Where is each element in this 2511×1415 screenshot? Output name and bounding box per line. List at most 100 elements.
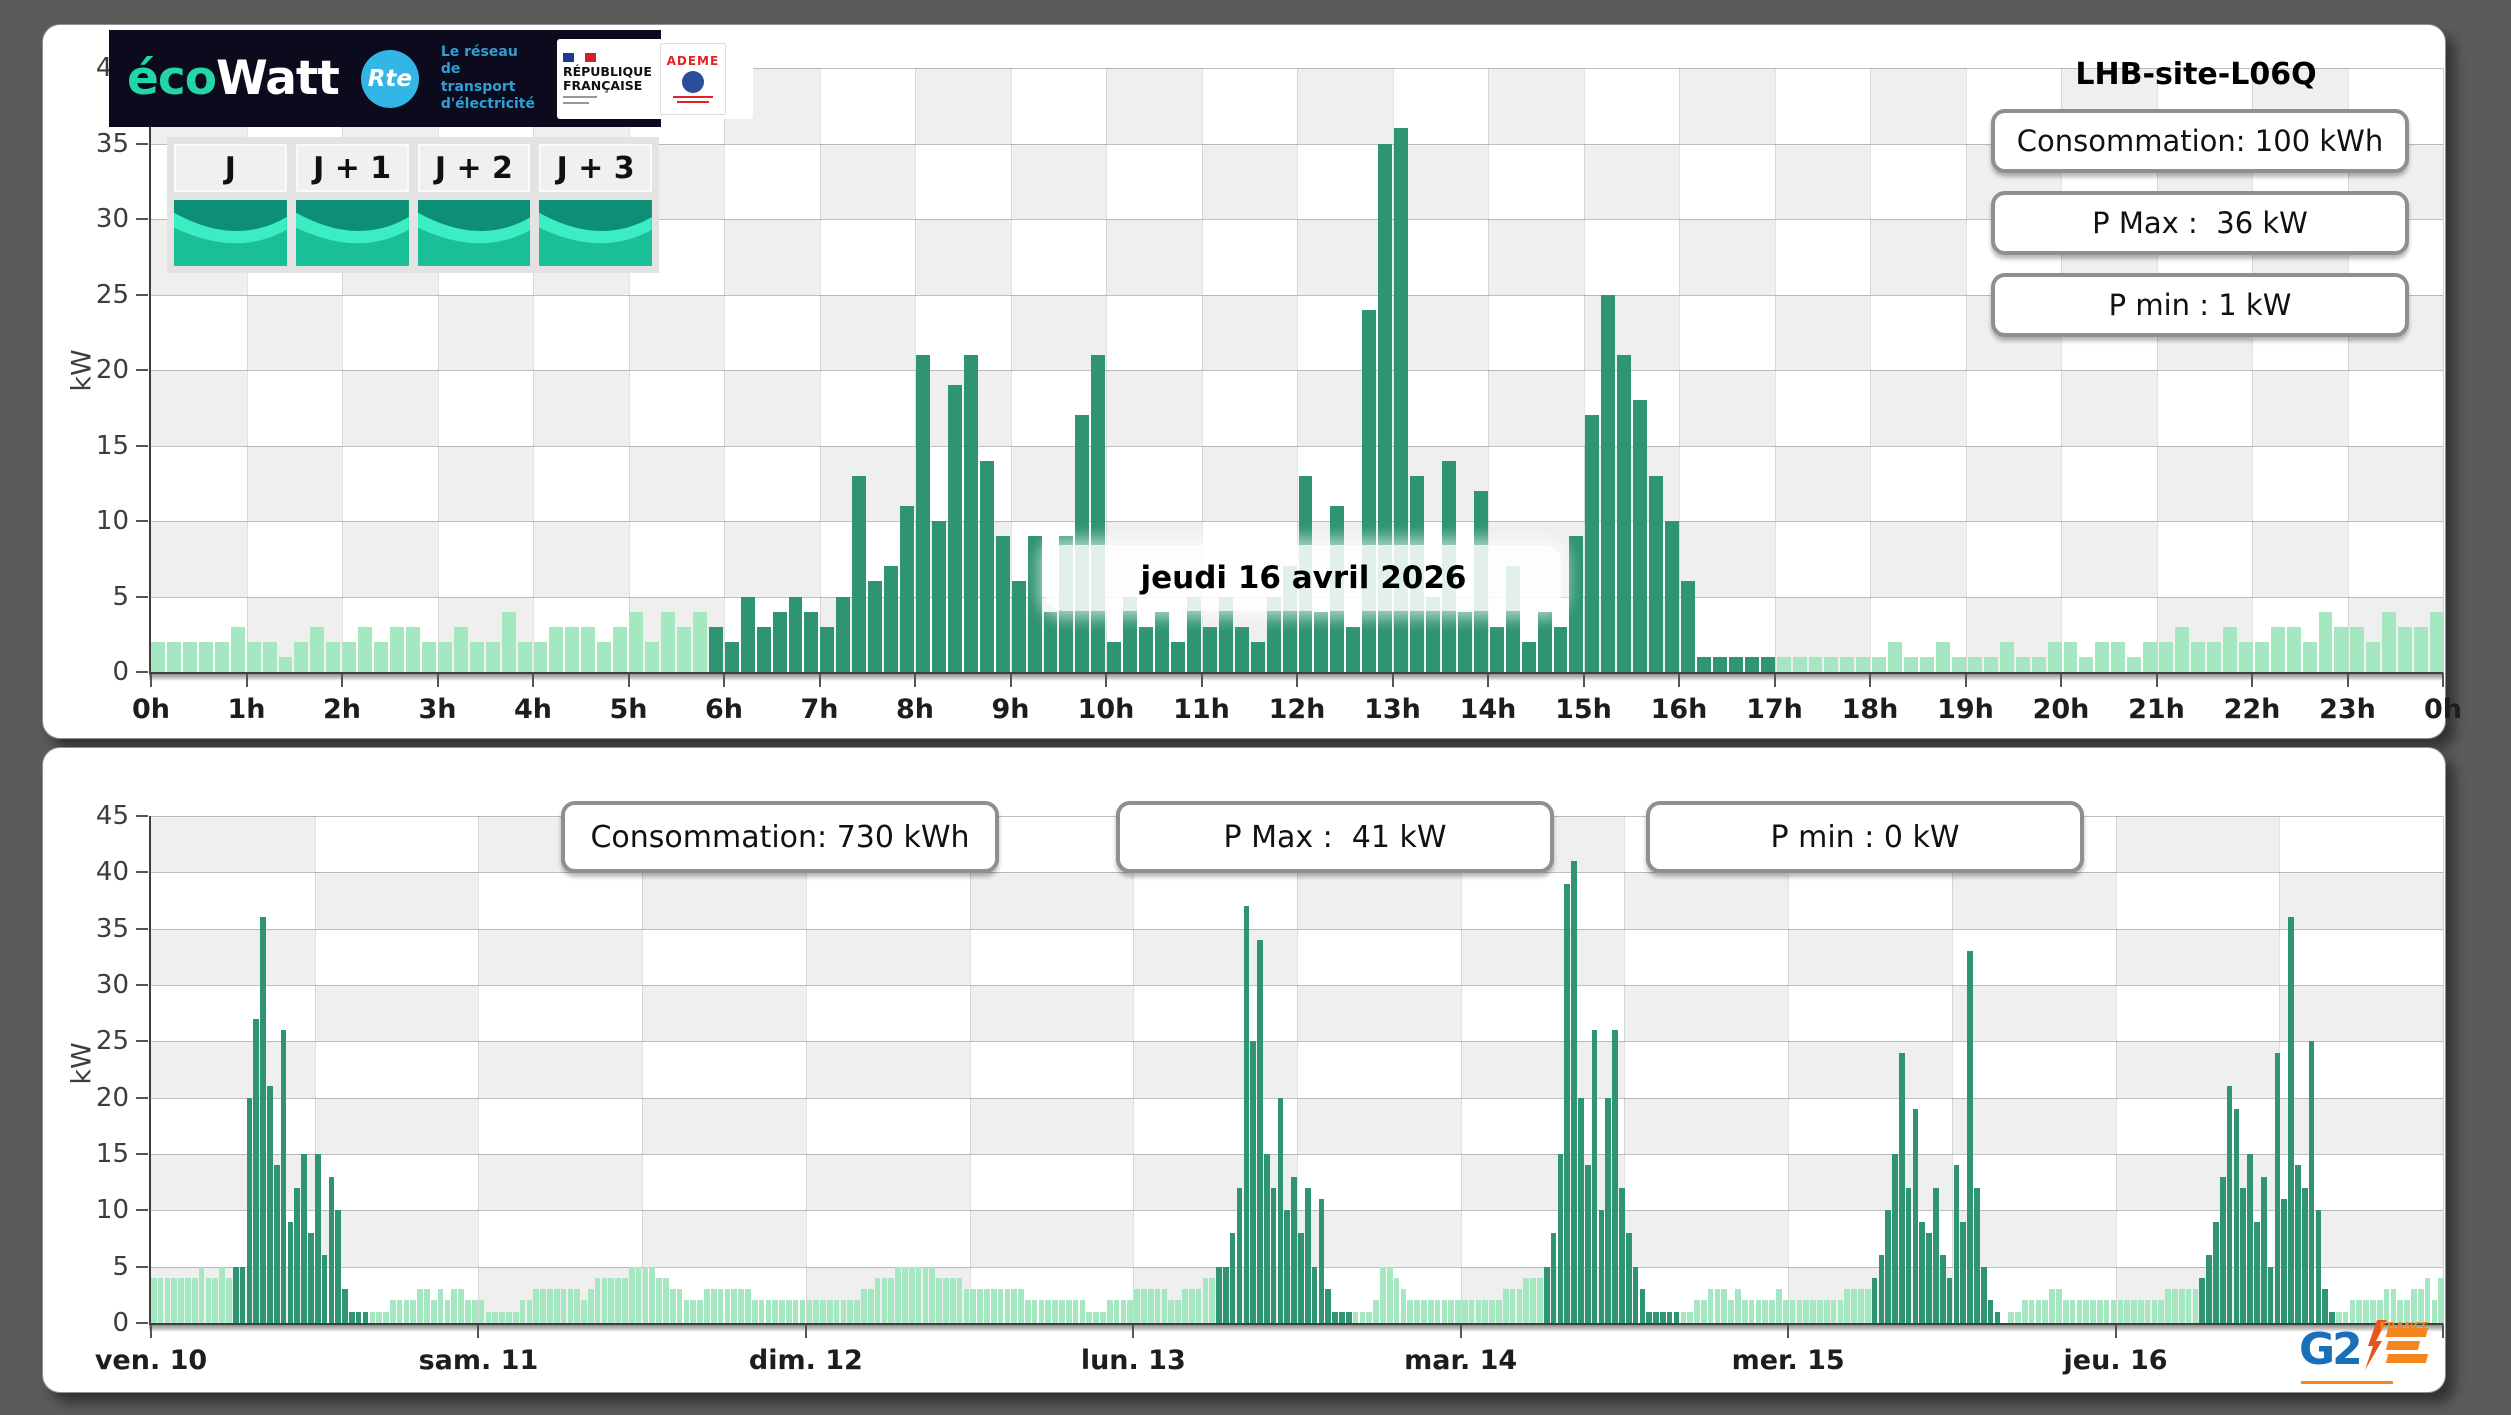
bar xyxy=(1304,1187,1311,1323)
bar xyxy=(232,1266,239,1323)
bar xyxy=(1393,1277,1400,1323)
bar xyxy=(2144,1300,2151,1323)
bar xyxy=(1188,1289,1195,1323)
bar xyxy=(549,626,564,672)
x-tick-label: 11h xyxy=(1173,694,1230,725)
g2e-tagline-line xyxy=(2301,1381,2393,1384)
bar xyxy=(469,641,484,672)
bar xyxy=(1888,641,1903,672)
bar xyxy=(1673,1311,1680,1323)
bar xyxy=(1707,1289,1714,1323)
bar xyxy=(417,1289,423,1323)
bar xyxy=(2159,641,2174,672)
day-tab-0[interactable]: J xyxy=(174,144,287,192)
bar xyxy=(708,626,723,672)
bar xyxy=(799,1300,806,1323)
day-tab-thumbnail-0[interactable] xyxy=(174,200,287,266)
ademe-logo: ADEME xyxy=(659,42,726,115)
day-tab-2[interactable]: J + 2 xyxy=(417,144,531,192)
bar xyxy=(2274,1052,2281,1323)
bar xyxy=(597,641,612,672)
bar xyxy=(1885,1210,1891,1323)
bar xyxy=(2015,656,2030,672)
day-tab-thumbnail-3[interactable] xyxy=(539,200,652,266)
bar xyxy=(1974,1187,1980,1323)
x-tick-label: 16h xyxy=(1650,694,1708,725)
y-tick-label: 5 xyxy=(112,1251,129,1282)
bar xyxy=(164,1277,171,1323)
ecowatt-energy-dashboard: { "site_title": "LHB-site-L06Q", "logo_s… xyxy=(0,0,2511,1415)
bar xyxy=(663,1277,669,1323)
bar xyxy=(533,641,548,672)
x-tick-label: 3h xyxy=(418,694,457,725)
bar xyxy=(2233,1108,2240,1323)
x-tick-label: mer. 15 xyxy=(1731,1345,1845,1376)
bar xyxy=(751,1300,758,1323)
bar xyxy=(1557,1154,1564,1323)
bar xyxy=(629,611,644,672)
x-tick-label: 23h xyxy=(2319,694,2376,725)
bar xyxy=(1311,1266,1318,1323)
day-tab-thumbnail-1[interactable] xyxy=(295,200,409,266)
x-tick-mark xyxy=(2155,674,2158,687)
bar xyxy=(1011,1289,1017,1323)
bar xyxy=(756,626,771,672)
bar xyxy=(916,354,930,672)
bar xyxy=(1345,1311,1352,1323)
bar xyxy=(2219,1176,2226,1323)
bar xyxy=(342,641,357,672)
bar xyxy=(226,1277,232,1323)
y-tick-label: 35 xyxy=(95,128,129,159)
bar xyxy=(2431,1300,2438,1323)
bar xyxy=(2127,656,2142,672)
day-tab-thumbnail-2[interactable] xyxy=(417,200,531,266)
bar xyxy=(1079,1300,1086,1323)
bar xyxy=(519,1300,526,1323)
bar xyxy=(301,1154,307,1323)
bar-series xyxy=(151,816,2445,1323)
bar xyxy=(560,1289,567,1323)
y-tick-mark xyxy=(136,1040,148,1043)
bar xyxy=(613,626,628,672)
bar xyxy=(710,1289,717,1323)
bar xyxy=(1721,1289,1728,1323)
x-tick-mark xyxy=(1964,674,1967,687)
bar xyxy=(813,1300,819,1323)
bar xyxy=(501,611,516,672)
bar xyxy=(1605,1097,1612,1323)
day-tab-3[interactable]: J + 3 xyxy=(539,144,652,192)
bar xyxy=(1782,1300,1789,1323)
y-tick-mark xyxy=(136,927,148,930)
bar xyxy=(1091,354,1106,672)
bar xyxy=(820,1300,826,1323)
bar xyxy=(1612,1030,1618,1323)
bar xyxy=(740,596,755,672)
x-tick-label: ven. 10 xyxy=(94,1345,208,1376)
bar xyxy=(1448,1300,1454,1323)
day-tab-1[interactable]: J + 1 xyxy=(295,144,409,192)
bar xyxy=(995,536,1010,672)
x-tick-mark xyxy=(2346,674,2349,687)
bar xyxy=(2206,641,2221,672)
bar xyxy=(1796,1300,1803,1323)
bar xyxy=(1550,1232,1557,1323)
bar xyxy=(1113,1300,1120,1323)
y-tick-mark xyxy=(136,1209,148,1212)
bar xyxy=(997,1289,1004,1323)
bar xyxy=(342,1289,348,1323)
x-tick-mark xyxy=(1678,674,1680,687)
bar xyxy=(929,1266,936,1323)
bar xyxy=(1553,626,1568,672)
bar xyxy=(565,626,580,672)
bar xyxy=(2350,626,2365,672)
ecowatt-logo-eco: éco xyxy=(127,51,217,106)
bar xyxy=(1434,1300,1441,1323)
bar xyxy=(1065,1300,1072,1323)
bar xyxy=(437,1289,444,1323)
bar xyxy=(1994,1311,2001,1323)
bar xyxy=(2008,1311,2014,1323)
bar xyxy=(1741,1300,1748,1323)
bar xyxy=(2240,1187,2247,1323)
bar xyxy=(1462,1300,1468,1323)
bar xyxy=(2056,1289,2062,1323)
